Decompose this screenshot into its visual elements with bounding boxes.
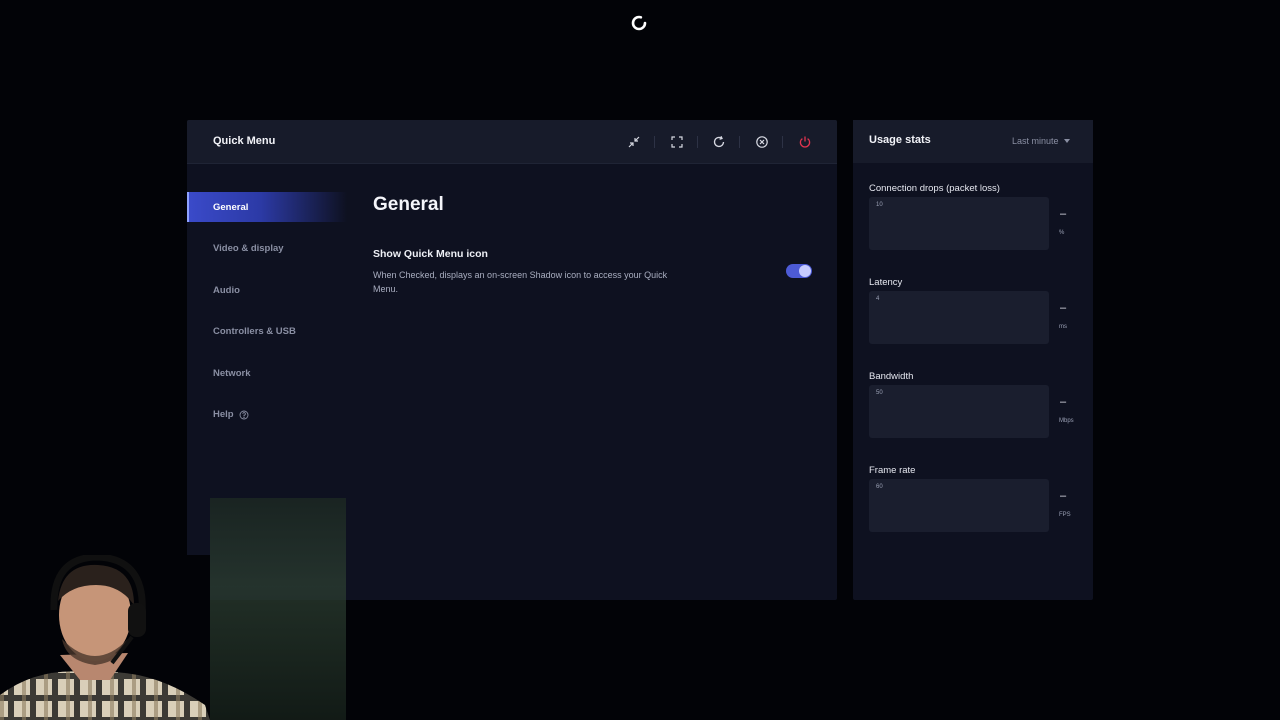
stat-bandwidth: Bandwidth 50 – Mbps	[869, 371, 1089, 438]
stat-label: Latency	[869, 277, 903, 288]
stat-graph: 4	[869, 291, 1049, 344]
general-settings: General Show Quick Menu icon When Checke…	[373, 194, 823, 294]
page-title: General	[373, 194, 444, 215]
stat-graph: 50	[869, 385, 1049, 438]
sidebar-item-general[interactable]: General	[187, 192, 347, 222]
header-divider	[739, 136, 740, 148]
chevron-down-icon	[1063, 139, 1070, 143]
sidebar-item-help[interactable]: Help	[187, 400, 347, 430]
toggle-knob	[799, 265, 811, 277]
stat-unit: FPS	[1059, 512, 1071, 518]
stat-unit: ms	[1059, 324, 1067, 330]
sidebar-item-label: Video & display	[213, 243, 284, 254]
sidebar-item-label: Network	[213, 367, 251, 379]
option-description: When Checked, displays an on-screen Shad…	[373, 270, 668, 294]
header-divider	[697, 136, 698, 148]
quick-menu-header: Quick Menu	[187, 120, 837, 164]
stat-latency: Latency 4 – ms	[869, 277, 1089, 344]
video-artifact	[210, 498, 346, 720]
webcam-overlay	[0, 555, 210, 720]
stat-label: Bandwidth	[869, 371, 914, 382]
stat-value: –	[1060, 302, 1067, 314]
sidebar-item-video-display[interactable]: Video & display	[187, 234, 347, 264]
sidebar-item-audio[interactable]: Audio	[187, 275, 347, 305]
stat-label: Connection drops (packet loss)	[869, 183, 1000, 194]
time-range-value: Last minute	[1012, 136, 1059, 146]
header-divider	[782, 136, 783, 148]
show-quick-menu-icon-toggle[interactable]	[786, 264, 812, 278]
stat-value: –	[1060, 490, 1067, 502]
option-title: Show Quick Menu icon	[373, 248, 488, 260]
sidebar: General Video & display Audio Controller…	[187, 192, 347, 441]
stat-value: –	[1060, 396, 1067, 408]
sidebar-item-label: Controllers & USB	[213, 326, 296, 337]
stat-label: Frame rate	[869, 465, 916, 476]
usage-stats-title: Usage stats	[869, 134, 931, 146]
sidebar-item-label: Audio	[213, 284, 240, 296]
usage-stats-panel: Usage stats Last minute Connection drops…	[853, 120, 1093, 600]
stat-value: –	[1060, 208, 1067, 220]
sidebar-item-label: Help	[213, 409, 234, 420]
stat-packet-loss: Connection drops (packet loss) 10 – %	[869, 183, 1089, 250]
quick-menu-title: Quick Menu	[213, 135, 276, 147]
stat-unit: %	[1059, 230, 1065, 236]
stat-frame-rate: Frame rate 60 – FPS	[869, 465, 1089, 532]
stat-graph-max: 50	[876, 390, 883, 396]
stat-graph-max: 10	[876, 202, 883, 208]
fullscreen-icon[interactable]	[668, 133, 686, 151]
collapse-icon[interactable]	[625, 133, 643, 151]
sidebar-item-network[interactable]: Network	[187, 358, 347, 388]
refresh-icon[interactable]	[710, 133, 728, 151]
stat-unit: Mbps	[1059, 418, 1074, 424]
power-icon[interactable]	[796, 133, 814, 151]
stat-graph: 60	[869, 479, 1049, 532]
loading-spinner-icon	[631, 15, 647, 31]
header-divider	[654, 136, 655, 148]
help-circle-icon	[239, 410, 249, 420]
stat-graph: 10	[869, 197, 1049, 250]
usage-stats-header: Usage stats Last minute	[853, 120, 1093, 163]
time-range-dropdown[interactable]: Last minute	[1012, 136, 1070, 146]
sidebar-item-label: General	[213, 201, 249, 213]
stat-graph-max: 4	[876, 296, 880, 302]
close-circle-icon[interactable]	[753, 133, 771, 151]
sidebar-item-controllers-usb[interactable]: Controllers & USB	[187, 317, 347, 347]
stat-graph-max: 60	[876, 484, 883, 490]
